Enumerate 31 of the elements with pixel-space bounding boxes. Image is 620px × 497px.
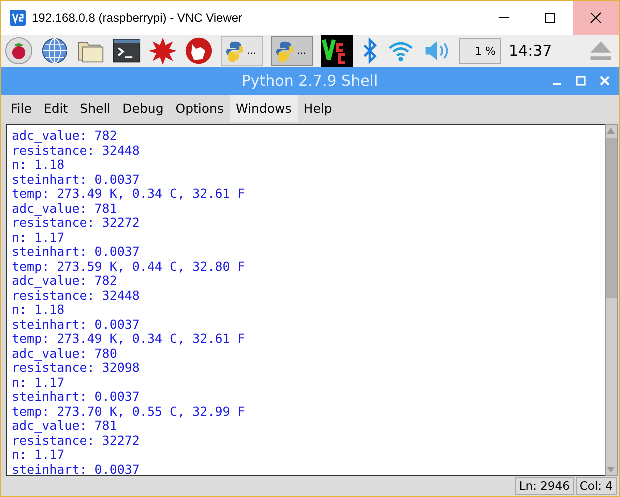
scroll-up-icon[interactable]	[606, 126, 616, 136]
star-burst-icon[interactable]	[149, 37, 177, 65]
menu-item[interactable]: Windows	[230, 95, 298, 122]
vnc-logo-icon	[10, 10, 26, 26]
shell-output: adc_value: 782 resistance: 32448 n: 1.18 steinhart: 0.0037 temp: 273.49 K, 0.34 C, 32.61 F adc_value: 781 resistance: 32272 n: 1.17 steinhart: 0.0037 temp: 273.59 K, 0.44 C, 32.80 F adc_value: 782 resistance: 32448 n: 1.18 steinhart: 0.0037 temp: 273.49 K, 0.34 C, 32.61 F adc_value: 780 resistance: 32098 n: 1.17 steinhart: 0.0037 temp: 273.70 K, 0.55 C, 32.99 F adc_value: 781 resistance: 32272 n: 1.17 steinhart: 0.0037	[6, 124, 605, 476]
line-number: Ln: 2946	[515, 477, 574, 495]
shell-title: Python 2.7.9 Shell	[242, 72, 378, 90]
terminal-icon[interactable]	[113, 37, 141, 65]
globe-icon[interactable]	[41, 37, 69, 65]
maximize-icon[interactable]	[575, 75, 587, 87]
menu-item[interactable]: File	[5, 95, 38, 122]
close-icon	[590, 12, 602, 24]
scrollbar[interactable]	[605, 124, 618, 476]
menu-item[interactable]: Shell	[74, 95, 117, 122]
column-number: Col: 4	[576, 477, 617, 495]
python-task-button[interactable]: ...	[221, 36, 263, 66]
cpu-usage-meter: 1 %	[459, 38, 501, 64]
bluetooth-icon[interactable]	[361, 37, 379, 65]
window-title: 192.168.0.8 (raspberrypi) - VNC Viewer	[32, 11, 244, 25]
menu-item[interactable]: Help	[298, 95, 338, 122]
vnc-icon[interactable]	[321, 35, 353, 67]
raspberry-icon[interactable]	[5, 37, 33, 65]
menu-item[interactable]: Debug	[116, 95, 170, 122]
clock: 14:37	[509, 42, 552, 60]
menu-item[interactable]: Options	[170, 95, 230, 122]
close-icon[interactable]	[599, 75, 611, 87]
python-logo-icon	[274, 40, 296, 62]
maximize-icon	[544, 12, 556, 24]
menu-item[interactable]: Edit	[38, 95, 74, 122]
python-task-button[interactable]: ...	[271, 36, 313, 66]
python-logo-icon	[224, 40, 246, 62]
